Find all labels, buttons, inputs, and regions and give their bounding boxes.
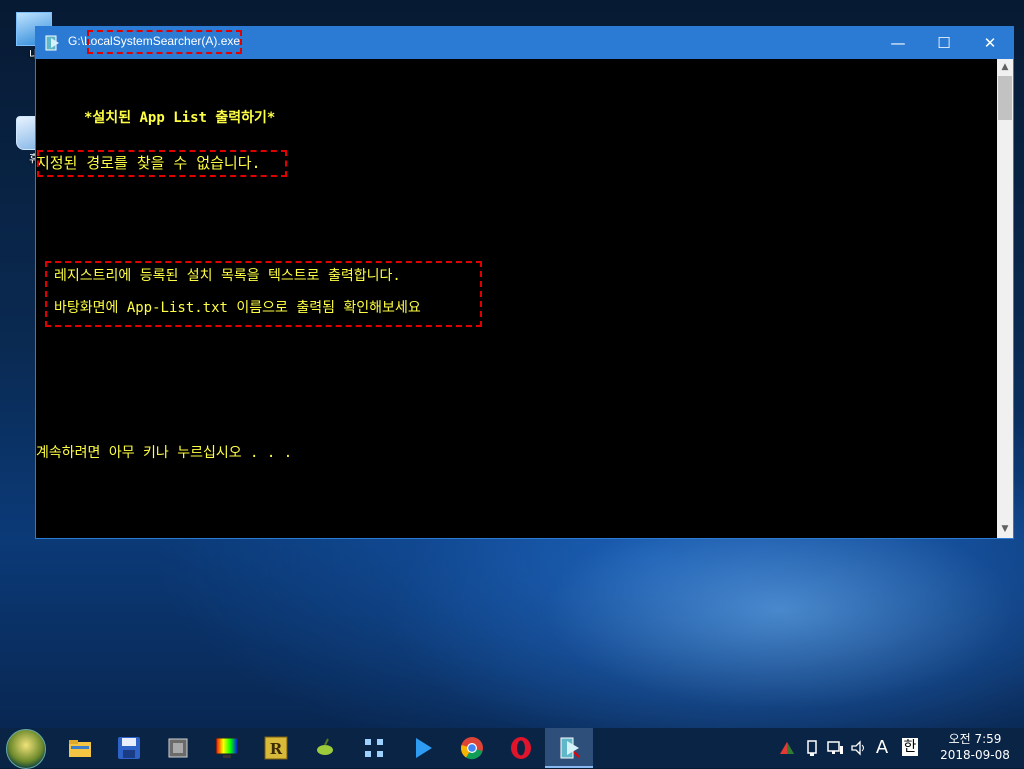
grid-dots-icon [365, 739, 383, 757]
color-monitor-icon [215, 737, 239, 758]
scroll-up-arrow-icon[interactable]: ▲ [997, 59, 1013, 76]
minimize-button[interactable]: — [875, 27, 921, 59]
taskbar-console-app[interactable] [545, 728, 593, 768]
taskbar-r-app[interactable]: R [251, 728, 299, 768]
olive-icon [317, 738, 333, 755]
console-title-line: *설치된 App List 출력하기* [84, 110, 276, 126]
console-window[interactable]: G:\LocalSystemSearcher(A).exe — ☐ ✕ *설치된… [35, 26, 1014, 539]
svg-text:R: R [270, 740, 283, 758]
error-annotation-box [37, 150, 287, 177]
scrollbar-thumb[interactable] [998, 76, 1012, 120]
clock-time: 오전 7:59 [948, 732, 1002, 746]
network-monitor-icon[interactable] [826, 738, 844, 758]
play-icon [416, 738, 432, 758]
taskbar-clock[interactable]: 오전 7:59 2018-09-08 [940, 731, 1010, 763]
ime-language-indicator[interactable]: 한 [902, 738, 918, 756]
ime-mode-indicator[interactable]: A [873, 738, 891, 758]
r-app-icon: R [264, 736, 288, 760]
taskbar-chrome[interactable] [447, 728, 495, 768]
file-explorer-icon [69, 740, 91, 757]
save-floppy-icon [118, 737, 140, 759]
taskbar-grid-app[interactable] [349, 728, 397, 768]
clock-date: 2018-09-08 [940, 748, 1010, 762]
info-annotation-box [45, 261, 482, 327]
vertical-scrollbar[interactable]: ▲ ▼ [997, 59, 1013, 538]
usb-device-icon[interactable] [803, 738, 821, 758]
taskbar-color-monitor[interactable] [202, 728, 250, 768]
console-output[interactable]: *설치된 App List 출력하기* 지정된 경로를 찾을 수 없습니다. 레… [36, 59, 997, 538]
taskbar-chip-tool[interactable] [153, 728, 201, 768]
console-app-icon [560, 737, 580, 759]
start-button[interactable] [6, 729, 46, 769]
chrome-icon [460, 737, 483, 760]
taskbar: R A 한 오전 7:59 2018-09-08 [0, 728, 1024, 769]
maximize-button[interactable]: ☐ [921, 27, 967, 59]
taskbar-save-app[interactable] [104, 728, 152, 768]
chip-tool-icon [168, 738, 188, 758]
taskbar-opera[interactable] [496, 728, 544, 768]
title-annotation-box [87, 30, 242, 54]
speaker-volume-icon[interactable] [850, 738, 868, 758]
taskbar-media-player[interactable] [398, 728, 446, 768]
taskbar-file-explorer[interactable] [55, 728, 103, 768]
taskbar-olive-app[interactable] [300, 728, 348, 768]
network-triangle-icon[interactable] [778, 738, 796, 758]
close-button[interactable]: ✕ [967, 27, 1013, 59]
console-continue-prompt: 계속하려면 아무 키나 누르십시오 . . . [36, 445, 293, 461]
opera-icon [511, 737, 531, 759]
window-titlebar[interactable]: G:\LocalSystemSearcher(A).exe — ☐ ✕ [36, 27, 1013, 59]
scroll-down-arrow-icon[interactable]: ▼ [997, 521, 1013, 538]
console-app-icon [45, 35, 59, 51]
